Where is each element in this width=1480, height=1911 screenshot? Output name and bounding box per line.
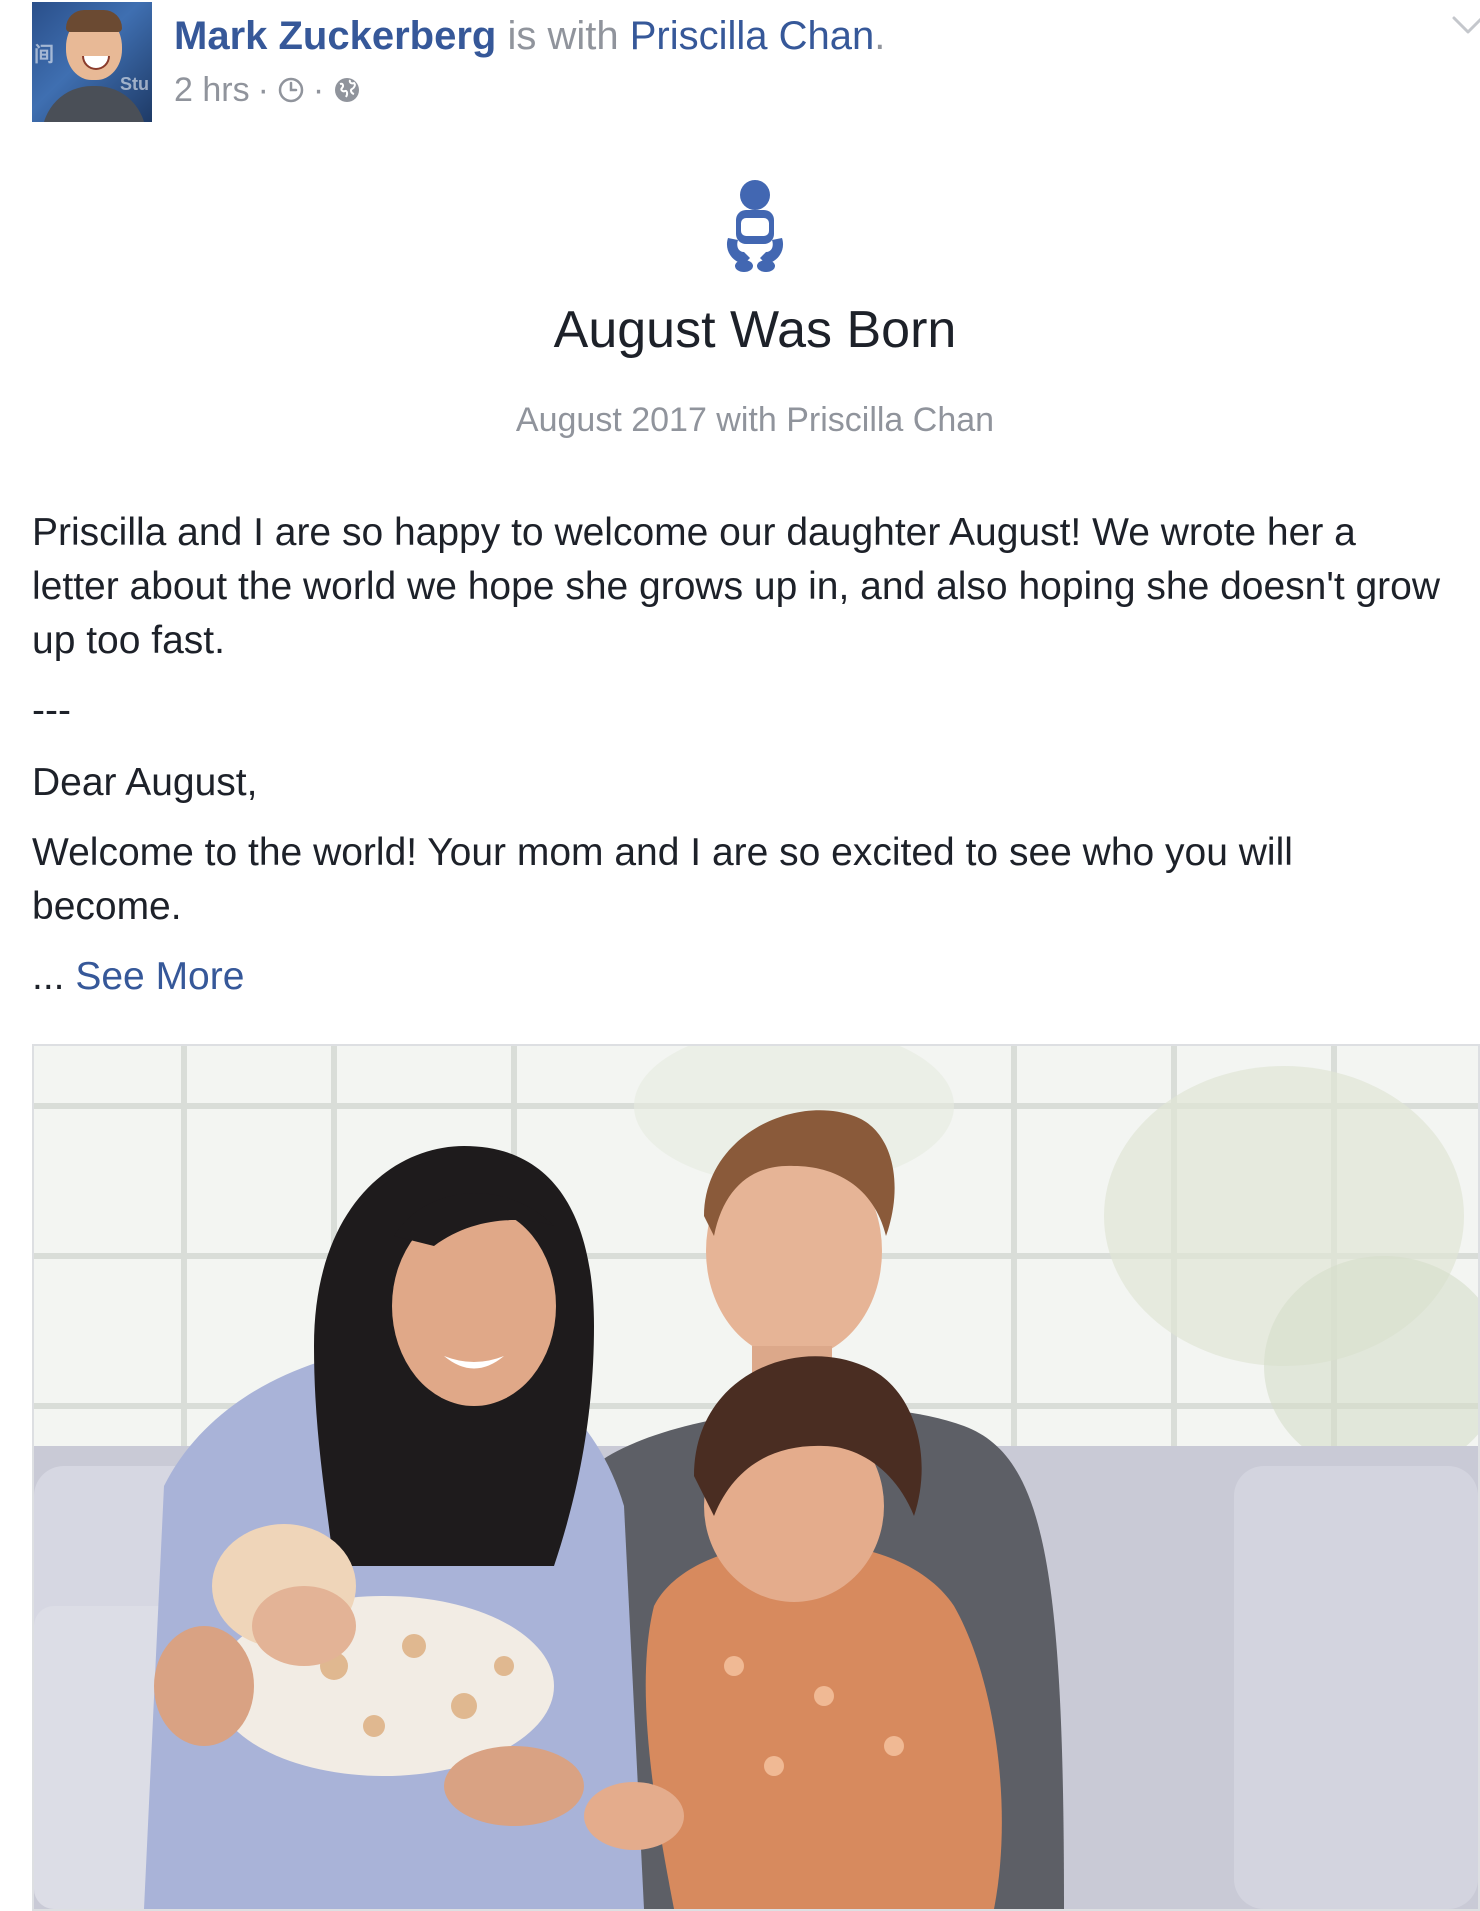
chevron-down-icon[interactable] [1450, 10, 1480, 40]
ellipsis: ... [32, 955, 76, 998]
life-event-subtitle: August 2017 with Priscilla Chan [515, 401, 995, 439]
avatar-background-sign: 间 [34, 44, 54, 66]
headline-period: . [874, 14, 886, 58]
see-more-row: ... See More [32, 950, 1452, 1004]
see-more-link[interactable]: See More [75, 955, 244, 998]
author-avatar[interactable]: 间 Stu [32, 2, 152, 122]
globe-icon[interactable] [332, 75, 362, 105]
life-event-title: August Was Born [553, 301, 957, 359]
family-photo[interactable] [32, 1044, 1480, 1911]
timestamp-link[interactable]: 2 hrs [174, 70, 250, 110]
avatar-background-sign: Stu [120, 74, 149, 94]
post-body: Priscilla and I are so happy to welcome … [32, 506, 1452, 1004]
meta-separator: · [257, 71, 269, 109]
letter-salutation: Dear August, [32, 761, 258, 804]
tagged-person-link[interactable]: Priscilla Chan [630, 14, 875, 58]
post-paragraph: Priscilla and I are so happy to welcome … [32, 511, 1441, 662]
post-header: 间 Stu Mark Zuckerberg is with Priscilla … [32, 2, 1480, 122]
with-text: is with [496, 14, 630, 58]
clock-icon [277, 76, 305, 104]
author-name-link[interactable]: Mark Zuckerberg [174, 14, 496, 58]
post-meta: 2 hrs · · [174, 70, 362, 110]
feed-post: 间 Stu Mark Zuckerberg is with Priscilla … [0, 0, 1480, 1911]
baby-icon [726, 180, 784, 272]
post-headline: Mark Zuckerberg is with Priscilla Chan. [174, 12, 885, 60]
avatar-hair [66, 10, 122, 32]
post-paragraph: Welcome to the world! Your mom and I are… [32, 831, 1293, 928]
meta-separator: · [312, 71, 325, 109]
separator-line: --- [32, 689, 71, 732]
